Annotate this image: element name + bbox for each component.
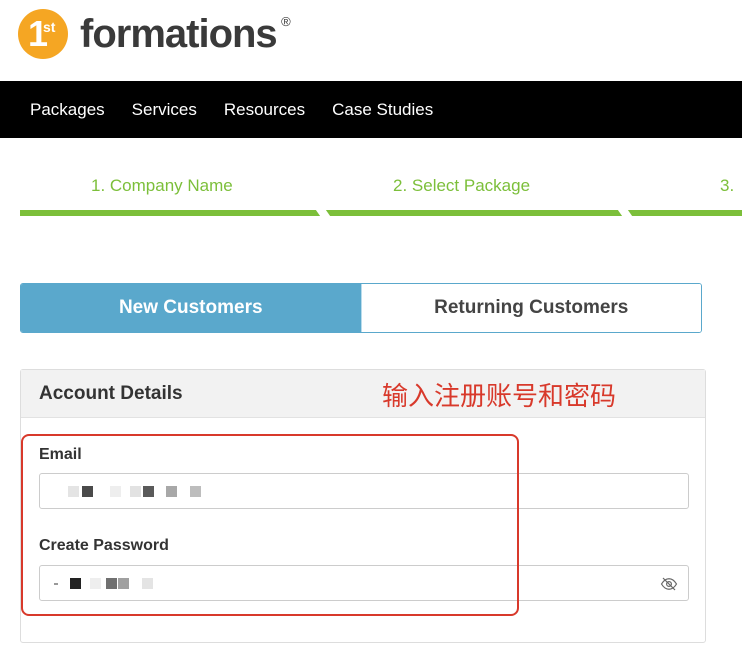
step-company-name: 1. Company Name (91, 176, 233, 195)
redacted-pixel (118, 578, 129, 589)
redacted-pixel (190, 486, 201, 497)
eye-slash-icon[interactable] (660, 575, 678, 593)
redacted-pixel (106, 578, 117, 589)
account-details-panel: Account Details 输入注册账号和密码 Email Create P… (20, 369, 706, 643)
redacted-pixel (68, 486, 79, 497)
annotation-text: 输入注册账号和密码 (382, 381, 617, 411)
nav-packages[interactable]: Packages (30, 100, 105, 120)
redacted-pixel (166, 486, 177, 497)
email-label: Email (39, 446, 82, 463)
redacted-pixel (130, 486, 141, 497)
redacted-pixel (70, 578, 81, 589)
customer-type-tabs: New Customers Returning Customers (20, 283, 702, 333)
email-field[interactable] (39, 473, 689, 509)
step-progress-bar (20, 210, 742, 216)
redacted-pixel (110, 486, 121, 497)
step-three: 3. (720, 176, 735, 195)
logo-badge-icon: 1 st (18, 9, 68, 59)
redacted-pixel (90, 578, 101, 589)
nav-case-studies[interactable]: Case Studies (332, 100, 433, 120)
redacted-pixel (143, 486, 154, 497)
step-select-package: 2. Select Package (393, 176, 531, 195)
tab-new-customers[interactable]: New Customers (21, 284, 361, 332)
logo-wordmark: formations (80, 11, 278, 56)
panel-title: Account Details (39, 382, 183, 404)
password-field[interactable] (39, 565, 689, 601)
logo-suffix: st (43, 19, 56, 35)
password-label: Create Password (39, 537, 169, 554)
logo-registered-mark: ® (281, 13, 291, 29)
main-nav: Packages Services Resources Case Studies (0, 81, 742, 138)
progress-steps: 1. Company Name 2. Select Package 3. (20, 170, 742, 219)
redacted-pixel (54, 583, 58, 585)
redacted-pixel (82, 486, 93, 497)
brand-logo[interactable]: 1 st formations ® (18, 8, 291, 60)
tab-returning-customers[interactable]: Returning Customers (360, 284, 701, 332)
nav-services[interactable]: Services (132, 100, 197, 120)
nav-resources[interactable]: Resources (224, 100, 305, 120)
redacted-pixel (142, 578, 153, 589)
